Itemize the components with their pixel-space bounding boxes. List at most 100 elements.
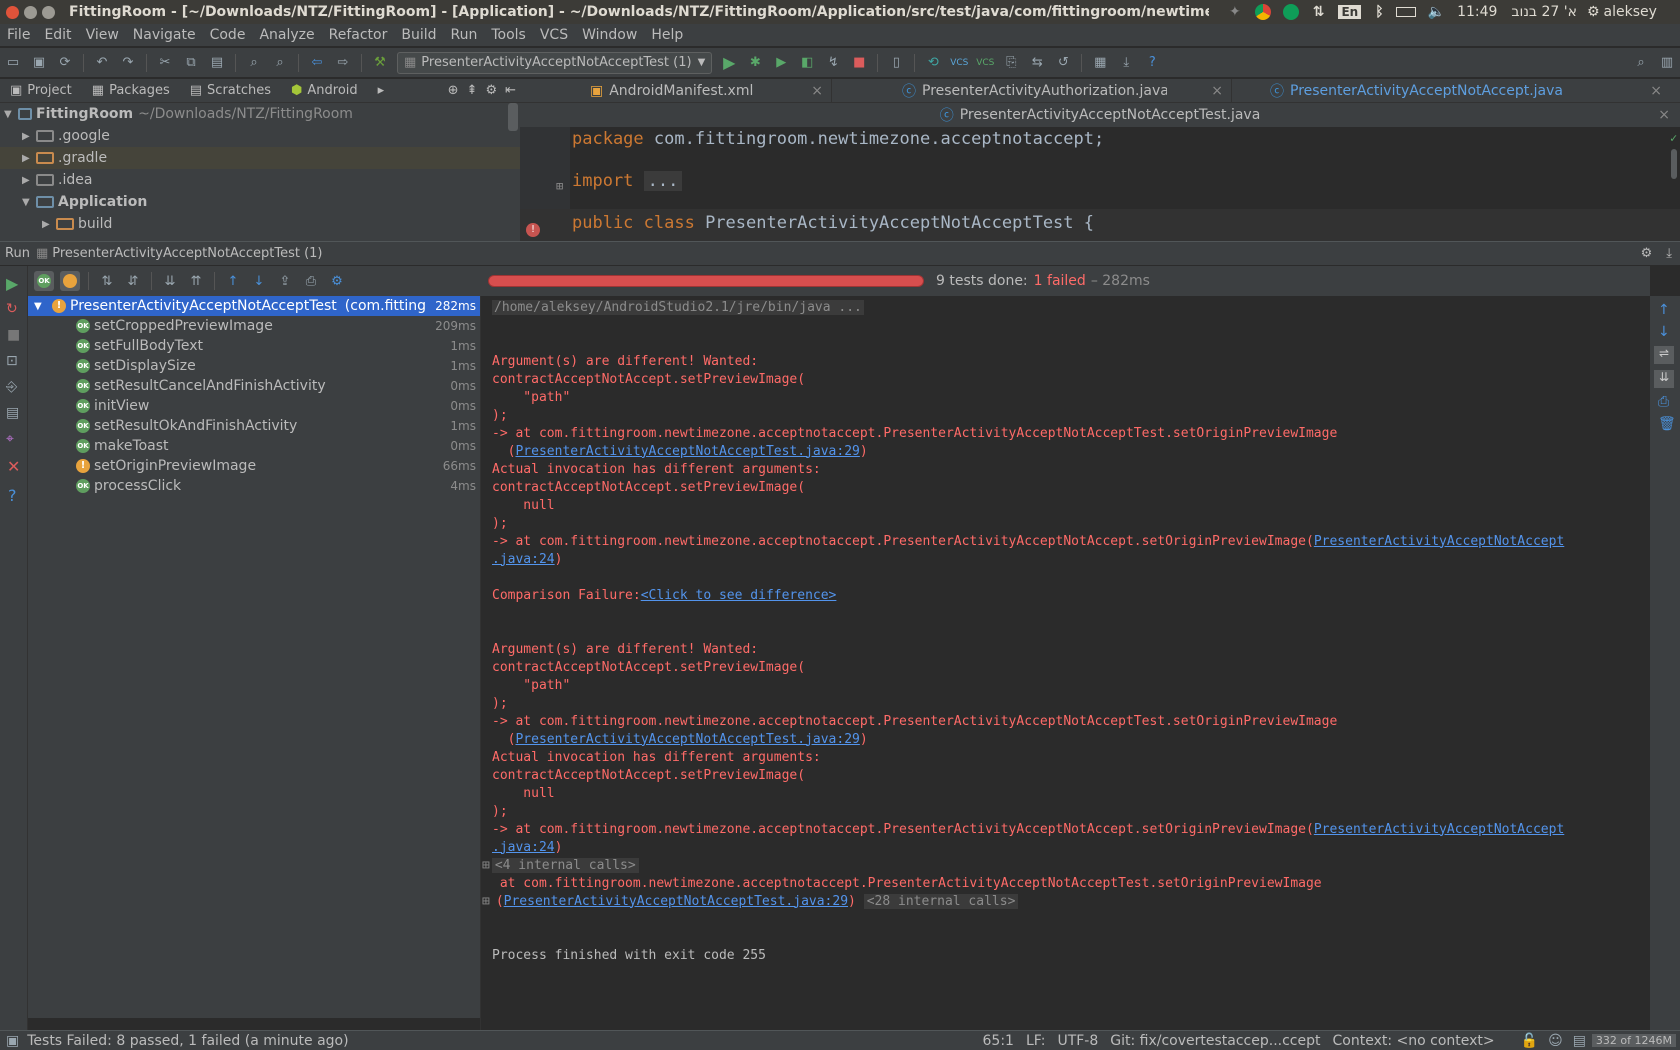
paste-icon[interactable]: ▤ [207, 53, 227, 73]
tab-presenter-accept[interactable]: ⓒ PresenterActivityAcceptNotAccept.java … [1232, 79, 1672, 103]
stop-icon[interactable]: ■ [849, 53, 869, 73]
debug-icon[interactable]: ✱ [745, 53, 765, 73]
menu-tools[interactable]: Tools [484, 27, 533, 43]
help-icon[interactable]: ? [1142, 53, 1162, 73]
find-icon[interactable]: ⌕ [244, 53, 264, 73]
maximize-window-button[interactable] [42, 5, 55, 19]
show-passed-icon[interactable]: OK [34, 271, 54, 291]
test-row[interactable]: OK setResultOkAndFinishActivity 1ms [28, 416, 480, 436]
cut-icon[interactable]: ✂ [155, 53, 175, 73]
user-name[interactable]: aleksey [1604, 4, 1657, 20]
source-link[interactable]: PresenterActivityAcceptNotAccept [1314, 822, 1564, 837]
run-icon[interactable]: ▶ [719, 53, 739, 73]
menu-refactor[interactable]: Refactor [322, 27, 395, 43]
menu-build[interactable]: Build [394, 27, 443, 43]
close-icon[interactable]: × [1658, 107, 1670, 123]
print-icon[interactable]: ⎙ [1658, 394, 1672, 410]
menu-help[interactable]: Help [644, 27, 690, 43]
tab-scratches[interactable]: ▤ Scratches [180, 83, 281, 98]
tree-item[interactable]: ▼ Application [0, 191, 520, 213]
source-link[interactable]: PresenterActivityAcceptNotAcceptTest.jav… [504, 894, 848, 909]
menu-run[interactable]: Run [444, 27, 485, 43]
ide-settings-icon[interactable]: ▥ [1657, 53, 1677, 73]
command-line[interactable]: /home/aleksey/AndroidStudio2.1/jre/bin/j… [492, 299, 864, 315]
toggle-tool-windows-icon[interactable]: ▣ [6, 1033, 19, 1049]
forward-icon[interactable]: ⇨ [333, 53, 353, 73]
expand-all-icon[interactable]: ⇊ [160, 271, 180, 291]
menu-navigate[interactable]: Navigate [126, 27, 203, 43]
menu-analyze[interactable]: Analyze [252, 27, 321, 43]
folded-imports[interactable]: ... [643, 171, 683, 191]
close-icon[interactable]: × [811, 83, 823, 99]
save-icon[interactable]: ▣ [29, 53, 49, 73]
editor-scrollbar[interactable] [1671, 149, 1677, 179]
tree-scrollbar[interactable] [508, 103, 518, 131]
toggle-auto-test-icon[interactable]: ⊡ [6, 353, 21, 369]
scroll-from-source-icon[interactable]: ⊕ [444, 83, 463, 98]
tree-item[interactable]: ▶ build [0, 213, 520, 235]
fold-expand-icon[interactable]: ⊞ [556, 179, 563, 193]
redo-icon[interactable]: ↷ [118, 53, 138, 73]
tab-active-test[interactable]: ⓒ PresenterActivityAcceptNotAcceptTest.j… [520, 103, 1680, 127]
revert-icon[interactable]: ↺ [1053, 53, 1073, 73]
test-row[interactable]: OK makeToast 0ms [28, 436, 480, 456]
source-link[interactable]: .java:24 [492, 840, 555, 855]
tree-item[interactable]: ▶ .idea [0, 169, 520, 191]
clock[interactable]: 11:49 [1457, 4, 1497, 20]
project-settings-icon[interactable]: ⚙ [481, 83, 501, 98]
close-icon[interactable]: ✕ [7, 457, 20, 476]
test-row[interactable]: OK setDisplaySize 1ms [28, 356, 480, 376]
avd-manager-icon[interactable]: ▯ [886, 53, 906, 73]
menu-window[interactable]: Window [575, 27, 644, 43]
tab-packages[interactable]: ▦ Packages [82, 83, 180, 98]
keyboard-layout[interactable]: En [1338, 5, 1362, 19]
coverage-icon[interactable]: ▶ [771, 53, 791, 73]
tree-item[interactable]: ▶ .google [0, 125, 520, 147]
menu-code[interactable]: Code [203, 27, 253, 43]
run-tab[interactable]: PresenterActivityAcceptNotAcceptTest (1) [52, 246, 322, 261]
next-failed-icon[interactable]: ↓ [249, 271, 269, 291]
close-icon[interactable]: × [1650, 83, 1662, 99]
test-console-output[interactable]: /home/aleksey/AndroidStudio2.1/jre/bin/j… [480, 296, 1650, 1030]
line-separator[interactable]: LF: [1026, 1033, 1045, 1049]
test-suite-row[interactable]: ▼ ! PresenterActivityAcceptNotAcceptTest… [28, 296, 480, 316]
context-selector[interactable]: Context: <no context> [1333, 1033, 1495, 1049]
chrome-icon[interactable] [1254, 4, 1271, 20]
minimize-window-button[interactable] [24, 5, 37, 19]
sdk-manager-icon[interactable]: ⤓ [1116, 53, 1136, 73]
back-icon[interactable]: ⇦ [307, 53, 327, 73]
memory-indicator[interactable]: 332 of 1246M [1591, 1034, 1676, 1047]
source-link[interactable]: PresenterActivityAcceptNotAccept [1314, 534, 1564, 549]
test-row[interactable]: OK processClick 4ms [28, 476, 480, 496]
test-row[interactable]: OK setCroppedPreviewImage 209ms [28, 316, 480, 336]
source-link[interactable]: PresenterActivityAcceptNotAcceptTest.jav… [515, 732, 859, 747]
search-everywhere-icon[interactable]: ⌕ [1631, 53, 1651, 73]
gear-icon[interactable]: ⚙ [1587, 4, 1600, 20]
expanded-arrow-icon[interactable]: ▼ [4, 109, 18, 120]
expanded-arrow-icon[interactable]: ▼ [22, 197, 36, 208]
test-row-failed[interactable]: ! setOriginPreviewImage 66ms [28, 456, 480, 476]
menu-file[interactable]: File [0, 27, 37, 43]
vcs-update-icon[interactable]: VCS [949, 53, 969, 73]
copy-icon[interactable]: ⧉ [181, 53, 201, 73]
folded-internal-calls[interactable]: <4 internal calls> [491, 857, 639, 873]
tab-presenter-authorization[interactable]: ⓒ PresenterActivityAuthorization.java × [832, 78, 1232, 103]
compare-icon[interactable]: ⇆ [1027, 53, 1047, 73]
bluetooth-icon[interactable]: ᛒ [1375, 4, 1383, 20]
scroll-to-end-icon[interactable]: ⇊ [1654, 370, 1674, 388]
profile-icon[interactable]: ◧ [797, 53, 817, 73]
close-window-button[interactable] [6, 5, 19, 19]
collapsed-arrow-icon[interactable]: ▶ [22, 175, 36, 186]
tab-android-manifest[interactable]: ▣ AndroidManifest.xml × [520, 78, 832, 103]
dump-threads-icon[interactable]: ▤ [6, 405, 21, 421]
hangouts-icon[interactable] [1282, 4, 1299, 20]
gradle-sync-icon[interactable]: ⟲ [923, 53, 943, 73]
chevron-right-icon[interactable]: ▸ [368, 83, 395, 98]
inspector-icon[interactable]: ☺ [1548, 1033, 1563, 1049]
run-configuration-select[interactable]: ▦ PresenterActivityAcceptNotAcceptTest (… [397, 51, 713, 74]
caret-position[interactable]: 65:1 [983, 1033, 1014, 1049]
hammer-icon[interactable]: ⚒ [370, 53, 390, 73]
up-stack-icon[interactable]: ↑ [1658, 302, 1672, 318]
rerun-failed-icon[interactable]: ↻ [6, 301, 21, 317]
test-row[interactable]: OK initView 0ms [28, 396, 480, 416]
